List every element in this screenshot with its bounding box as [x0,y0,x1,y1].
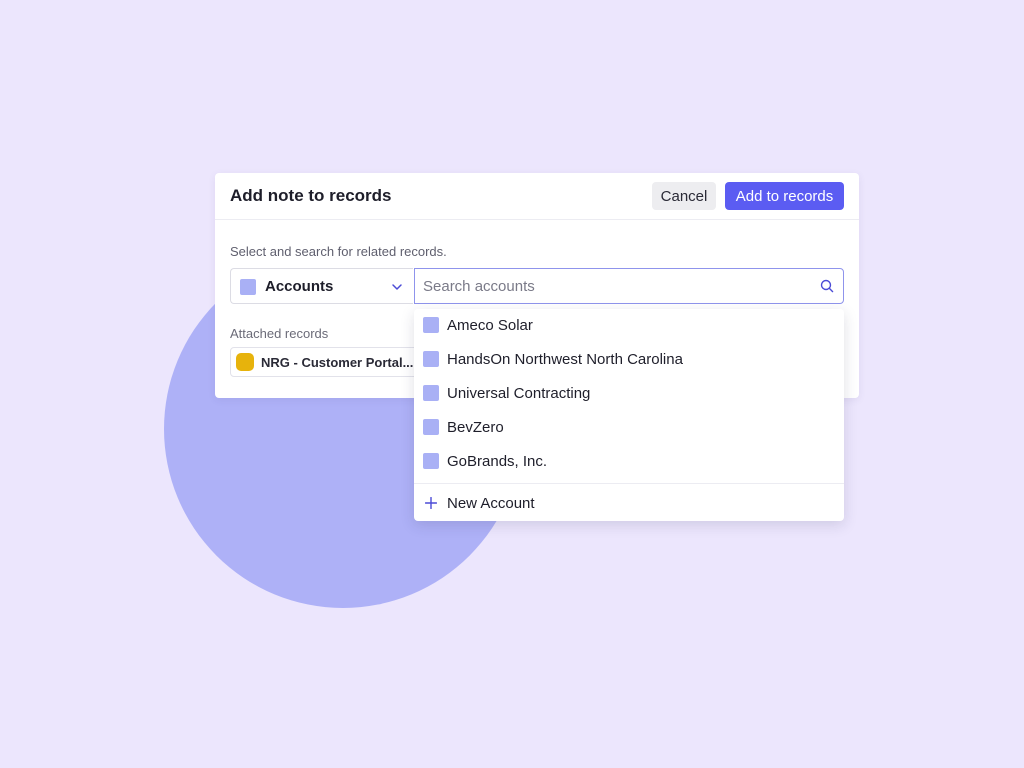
new-account-label: New Account [447,495,535,512]
dropdown-item-label: HandsOn Northwest North Carolina [447,351,683,368]
dropdown-item-label: Ameco Solar [447,317,533,334]
attached-record-label: NRG - Customer Portal... [261,355,414,370]
cancel-button[interactable]: Cancel [652,182,716,210]
account-icon [423,419,439,435]
dropdown-item-bevzero[interactable]: BevZero [414,411,844,445]
dropdown-item-handson-northwest-north-carolina[interactable]: HandsOn Northwest North Carolina [414,343,844,377]
accounts-dropdown: Ameco Solar HandsOn Northwest North Caro… [414,309,844,521]
attached-records-label: Attached records [230,326,329,341]
new-account-button[interactable]: New Account [414,487,844,519]
dropdown-item-ameco-solar[interactable]: Ameco Solar [414,309,844,343]
dropdown-item-universal-contracting[interactable]: Universal Contracting [414,377,844,411]
account-icon [423,385,439,401]
plus-icon [425,497,437,509]
add-to-records-button[interactable]: Add to records [725,182,844,210]
modal-header: Add note to records Cancel Add to record… [215,173,859,220]
helper-text: Select and search for related records. [230,244,447,259]
account-icon [423,351,439,367]
account-type-icon [240,279,256,295]
search-input[interactable] [415,269,805,303]
dropdown-divider [414,483,844,484]
dropdown-item-label: BevZero [447,419,504,436]
record-type-label: Accounts [265,278,334,295]
account-icon [423,317,439,333]
record-type-select[interactable]: Accounts [230,268,413,304]
chevron-down-icon [392,284,402,290]
search-icon[interactable] [820,279,834,293]
account-icon [423,453,439,469]
search-field [414,268,844,304]
modal-title: Add note to records [230,186,392,205]
dropdown-item-gobrands-inc[interactable]: GoBrands, Inc. [414,445,844,479]
dropdown-item-label: Universal Contracting [447,385,591,402]
attached-record-chip[interactable]: NRG - Customer Portal... [230,347,420,377]
dropdown-item-label: GoBrands, Inc. [447,453,548,470]
record-icon [236,353,254,371]
